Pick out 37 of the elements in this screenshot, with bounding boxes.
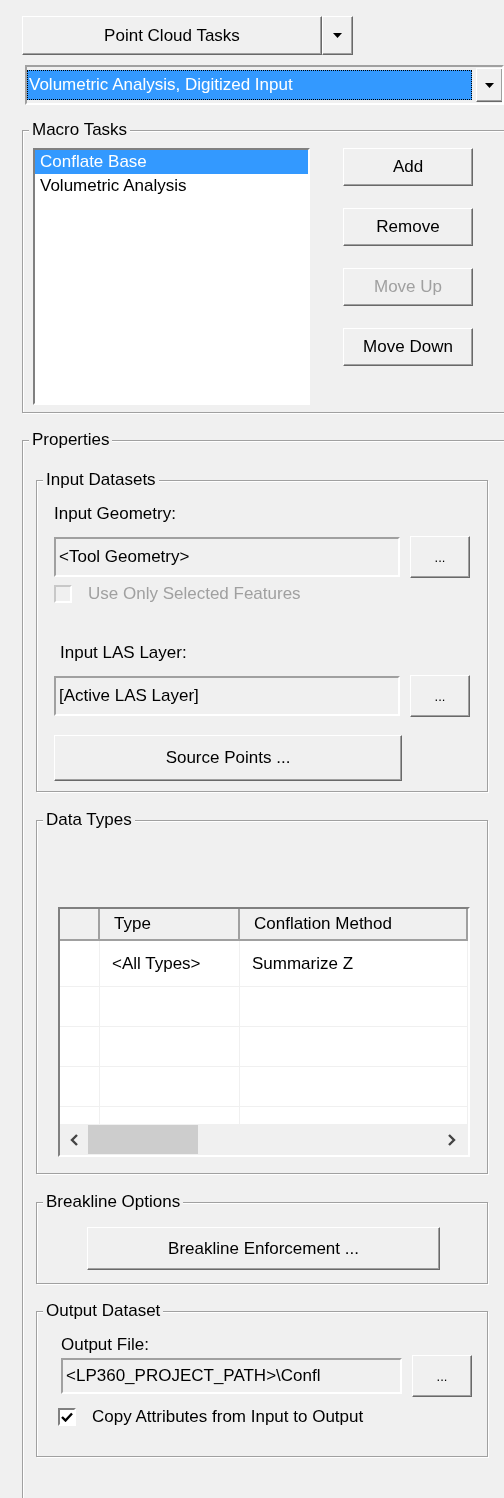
caret-icon: [333, 33, 342, 38]
path-field[interactable]: <LP360_PROJECT_PATH>\Confl: [61, 1358, 402, 1394]
task-action-button[interactable]: Add: [343, 148, 473, 186]
row-header-cell: [60, 1027, 100, 1067]
caret-icon: [485, 82, 494, 88]
field-label: Input LAS Layer:: [60, 642, 188, 664]
row-header-cell: [60, 1067, 100, 1107]
checkbox-label: Use Only Selected Features: [88, 583, 301, 605]
breakline-enforcement-button[interactable]: Breakline Enforcement ...: [87, 1227, 440, 1270]
column-header[interactable]: Type: [100, 909, 240, 941]
checkmark-icon: [61, 1412, 73, 1422]
checkbox-label: Copy Attributes from Input to Output: [92, 1406, 364, 1428]
chevron-left-icon: [70, 1133, 78, 1146]
dropdown-arrow-button[interactable]: [476, 68, 502, 102]
table-cell: Summarize Z: [240, 941, 468, 987]
browse-button[interactable]: ...: [410, 536, 470, 578]
field-label: Output File:: [61, 1334, 150, 1356]
task-action-button[interactable]: Remove: [343, 208, 473, 246]
checkbox[interactable]: [58, 1408, 76, 1426]
table-cell: <All Types>: [100, 941, 240, 987]
list-item[interactable]: Volumetric Analysis: [35, 174, 308, 198]
row-header-cell: [60, 987, 100, 1027]
chevron-right-icon: [448, 1133, 456, 1146]
row-header-cell: [60, 941, 100, 987]
browse-button[interactable]: ...: [410, 675, 470, 717]
task-action-button[interactable]: Move Down: [343, 328, 473, 366]
task-menu-button[interactable]: Point Cloud Tasks: [22, 16, 322, 55]
field-label: Input Geometry:: [54, 503, 177, 525]
source-points-button[interactable]: Source Points ...: [54, 735, 402, 781]
column-header[interactable]: Conflation Method: [240, 909, 468, 941]
scroll-thumb[interactable]: [88, 1125, 198, 1154]
horizontal-scrollbar[interactable]: [60, 1124, 468, 1155]
task-menu-dropdown-button[interactable]: [322, 16, 353, 55]
path-field[interactable]: [Active LAS Layer]: [54, 676, 400, 716]
row-header-corner: [60, 909, 100, 941]
browse-button[interactable]: ...: [412, 1355, 472, 1397]
path-field[interactable]: <Tool Geometry>: [54, 537, 400, 577]
